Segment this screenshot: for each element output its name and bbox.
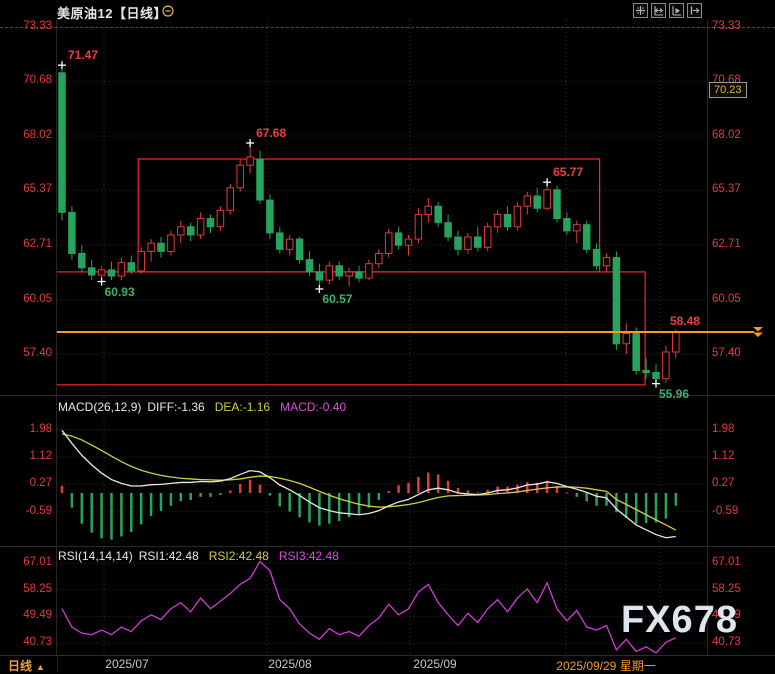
rsi-axis-label: 40.73 — [23, 636, 52, 649]
rsi-axis-label: 58.25 — [712, 582, 741, 595]
macd-axis-label: 1.12 — [29, 450, 52, 463]
y-axis-label: 60.05 — [23, 292, 52, 305]
rsi-gridlines — [57, 548, 707, 655]
y-axis-label: 68.02 — [712, 129, 741, 141]
rsi-axis-label: 49.49 — [23, 609, 52, 622]
price-annotation: 67.68 — [256, 125, 287, 140]
axis-scale-icon[interactable] — [651, 3, 666, 18]
axis-play-icon[interactable] — [669, 3, 684, 18]
macd-canvas[interactable] — [57, 397, 707, 546]
title-bar: 美原油12【日线】 — [0, 0, 775, 22]
macd-header: MACD(26,12,9) DIFF:-1.36 DEA:-1.16 MACD:-0.… — [58, 400, 346, 414]
x-axis-date-label: 2025/07 — [105, 657, 149, 671]
y-axis-label: 68.02 — [23, 129, 52, 141]
y-axis-label: 62.71 — [23, 238, 52, 251]
y-axis-label: 57.40 — [23, 347, 52, 360]
y-axis-label: 65.37 — [712, 183, 741, 196]
y-axis-label: 62.71 — [712, 238, 741, 251]
diff-line — [61, 429, 676, 539]
macd-axis-label: 0.27 — [712, 477, 735, 490]
price-annotation: 71.47 — [68, 48, 99, 63]
bottom-bar-divider — [57, 656, 58, 672]
macd-axis-label: -0.59 — [712, 504, 739, 517]
rsi1-readout: RSI1:42.48 — [138, 549, 199, 563]
macd-axis-label: 1.98 — [712, 422, 735, 435]
macd-dea-readout: DEA:-1.16 — [214, 400, 271, 414]
macd-params: MACD(26,12,9) — [58, 400, 142, 414]
last-price-label: 58.48 — [670, 313, 701, 328]
axis-shift-icon[interactable] — [687, 3, 702, 18]
macd-macd-readout: MACD:-0.40 — [280, 400, 347, 414]
macd-axis-label: 1.98 — [29, 422, 52, 435]
price-annotation: 60.57 — [322, 291, 353, 306]
collapse-icon[interactable] — [162, 5, 174, 17]
rsi-line — [61, 560, 677, 654]
fx678-watermark: FX678 — [621, 599, 738, 641]
last-price-line — [57, 330, 754, 333]
price-annotation: 55.96 — [659, 386, 690, 401]
rsi-axis-label: 67.01 — [23, 556, 52, 568]
y-axis-label: 57.40 — [712, 347, 741, 360]
x-axis-date-label: 2025/08 — [268, 657, 312, 671]
rsi-axis-label: 67.01 — [712, 556, 741, 568]
symbol-name: 美原油12 — [57, 6, 113, 21]
last-price-marker-icon[interactable] — [752, 326, 766, 338]
candles-layer — [58, 65, 680, 384]
price-annotation: 65.77 — [553, 165, 584, 180]
x-axis-date-label: 2025/09/29 星期一 — [556, 659, 656, 673]
macd-axis-label: 0.27 — [29, 477, 52, 490]
right-axis-divider — [707, 20, 708, 655]
main-gridlines — [57, 20, 707, 395]
rsi2-readout: RSI2:42.48 — [208, 549, 269, 563]
y-axis-label: 73.33 — [23, 20, 52, 32]
macd-gridlines — [57, 397, 707, 546]
y-axis-label: 60.05 — [712, 292, 741, 305]
dea-line — [61, 433, 677, 531]
rsi-canvas[interactable] — [57, 548, 707, 655]
prev-close-label: 70.23 — [709, 81, 747, 98]
period-tab[interactable]: 日线 ▲ — [8, 657, 45, 674]
main-chart-canvas[interactable] — [57, 20, 707, 395]
y-axis-label: 73.33 — [712, 20, 741, 32]
chart-title: 美原油12【日线】 — [57, 3, 167, 22]
rsi-header: RSI(14,14,14) RSI1:42.48 RSI2:42.48 RSI3:42… — [58, 549, 339, 563]
macd-diff-readout: DIFF:-1.36 — [147, 400, 205, 414]
rsi-axis-label: 58.25 — [23, 582, 52, 595]
trading-app-window: { "window": { "title": "美原油12", "period"… — [0, 0, 775, 674]
period-label: 【日线】 — [112, 6, 167, 21]
bottom-bar: 日线 ▲ 2025/07 2025/08 2025/09 2025/09/29 星期一 — [0, 655, 775, 674]
pan-crosshair-icon[interactable] — [633, 3, 648, 18]
rsi-panel-separator[interactable] — [0, 546, 775, 547]
y-axis-label: 65.37 — [23, 183, 52, 196]
chart-toolbar — [633, 3, 702, 18]
rsi-params: RSI(14,14,14) — [58, 549, 133, 563]
price-annotation: 60.93 — [104, 284, 135, 299]
macd-axis-label: -0.59 — [25, 504, 52, 517]
x-axis-date-label: 2025/09 — [413, 657, 457, 671]
rsi3-readout: RSI3:42.48 — [278, 549, 339, 563]
macd-axis-label: 1.12 — [712, 450, 735, 463]
y-axis-label: 70.68 — [23, 74, 52, 87]
